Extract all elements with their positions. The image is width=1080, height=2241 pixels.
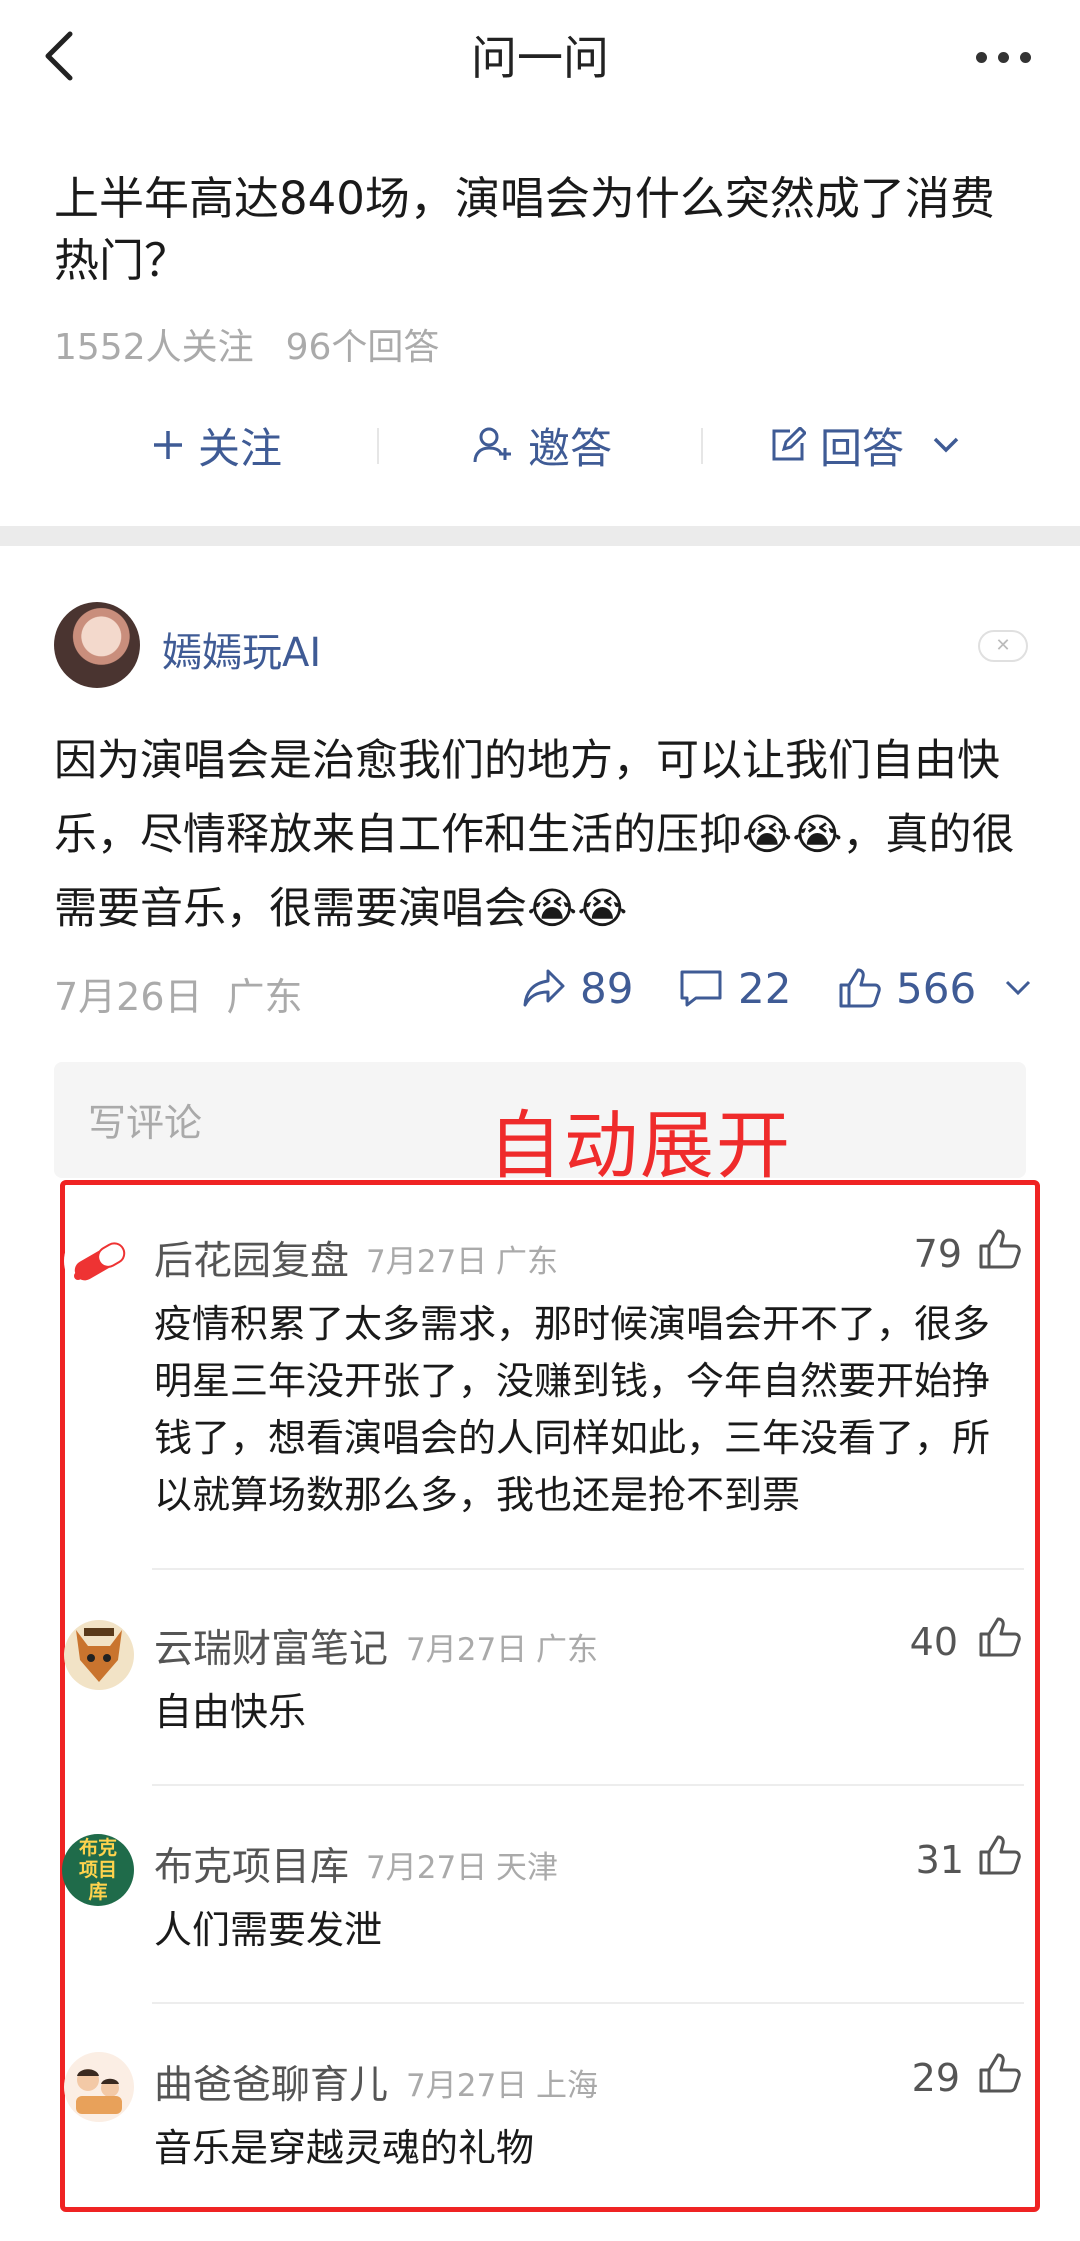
comment-input-placeholder: 写评论 [88, 1101, 203, 1145]
comment-divider [152, 1784, 1024, 1786]
comment-like-count: 29 [911, 2056, 960, 2100]
comment-avatar[interactable] [64, 2052, 134, 2122]
comment-date: 7月27日 [406, 1632, 528, 1668]
question-actions: 关注 邀答 回答 [0, 410, 1080, 480]
invite-label: 邀答 [528, 423, 613, 473]
answer-label: 回答 [820, 423, 905, 473]
followers-count: 1552人关注 [54, 327, 254, 368]
comment-text: 人们需要发泄 [154, 1908, 383, 1952]
comment-count: 22 [738, 963, 792, 1013]
chevron-down-icon[interactable] [932, 436, 960, 454]
invite-person-icon [473, 427, 511, 463]
share-icon [523, 969, 565, 1007]
comment-avatar[interactable]: 布克 项目库 [62, 1834, 134, 1906]
comment-avatar[interactable] [64, 1620, 134, 1690]
avatar-logo-text: 布克 项目库 [78, 1837, 117, 1903]
divider [377, 428, 379, 464]
edit-icon [772, 427, 806, 461]
comment-author[interactable]: 后花园复盘 [154, 1230, 349, 1286]
comment-location: 广东 [496, 1244, 558, 1280]
author-name[interactable]: 嫣嫣玩AI [162, 620, 321, 678]
comment-text: 自由快乐 [154, 1690, 307, 1734]
comment-button[interactable]: 22 [678, 960, 791, 1016]
answers-count[interactable]: 96个回答 [286, 327, 440, 368]
comment-divider [152, 1568, 1024, 1570]
comment-location: 天津 [496, 1850, 558, 1886]
annotation-label: 自动展开 [488, 1103, 792, 1189]
write-answer-button[interactable]: 回答 [770, 410, 960, 480]
question-title[interactable]: 上半年高达840场，演唱会为什么突然成了消费热门？ [54, 168, 1034, 292]
comment-author[interactable]: 曲爸爸聊育儿 [154, 2054, 388, 2110]
plus-icon [154, 431, 182, 459]
comment-like-count: 31 [915, 1838, 964, 1882]
chevron-down-icon[interactable] [1004, 979, 1032, 997]
top-nav-bar: 问一问 [0, 0, 1080, 110]
comment-location: 上海 [536, 2068, 598, 2104]
comment-like-count: 79 [913, 1232, 962, 1276]
comment-text: 音乐是穿越灵魂的礼物 [154, 2126, 535, 2170]
comment-location: 广东 [536, 1632, 598, 1668]
share-count: 89 [580, 963, 634, 1013]
thumbs-up-icon[interactable] [978, 2052, 1022, 2094]
thumbs-up-icon[interactable] [978, 1228, 1022, 1270]
comment-author[interactable]: 云瑞财富笔记 [154, 1618, 388, 1674]
comment-avatar[interactable] [64, 1226, 134, 1296]
fox-avatar-icon [76, 1628, 122, 1682]
answer-date: 7月26日 [54, 975, 203, 1019]
share-button[interactable]: 89 [522, 960, 633, 1016]
family-avatar-icon [76, 2069, 122, 2114]
author-avatar[interactable] [54, 602, 140, 688]
comment-divider [152, 2002, 1024, 2004]
comment-date: 7月27日 [366, 1244, 488, 1280]
more-options-icon[interactable] [976, 52, 1032, 64]
pill-icon [74, 1242, 126, 1281]
question-meta: 1552人关注 96个回答 [54, 318, 471, 370]
comment-date: 7月27日 [366, 1850, 488, 1886]
divider [701, 428, 703, 464]
close-icon[interactable]: ✕ [978, 630, 1028, 662]
follow-label: 关注 [198, 423, 283, 473]
page-title: 问一问 [471, 31, 609, 85]
thumbs-up-icon[interactable] [978, 1834, 1022, 1876]
like-button[interactable]: 566 [838, 960, 1032, 1016]
answer-meta: 7月26日 广东 [54, 966, 327, 1021]
thumbs-up-icon [839, 968, 881, 1008]
answer-text[interactable]: 因为演唱会是治愈我们的地方，可以让我们自由快乐，尽情释放来自工作和生活的压抑😭😭… [54, 724, 1034, 946]
comment-icon [680, 970, 722, 1007]
thumbs-up-icon[interactable] [978, 1616, 1022, 1658]
comment-like-count: 40 [909, 1620, 958, 1664]
like-count: 566 [896, 963, 977, 1013]
comment-date: 7月27日 [406, 2068, 528, 2104]
answer-location: 广东 [226, 975, 303, 1019]
follow-button[interactable]: 关注 [152, 410, 282, 480]
section-separator [0, 526, 1080, 546]
comment-author[interactable]: 布克项目库 [154, 1836, 349, 1892]
invite-answer-button[interactable]: 邀答 [472, 410, 612, 480]
comment-text: 疫情积累了太多需求，那时候演唱会开不了，很多明星三年没开张了，没赚到钱，今年自然… [154, 1302, 991, 1517]
